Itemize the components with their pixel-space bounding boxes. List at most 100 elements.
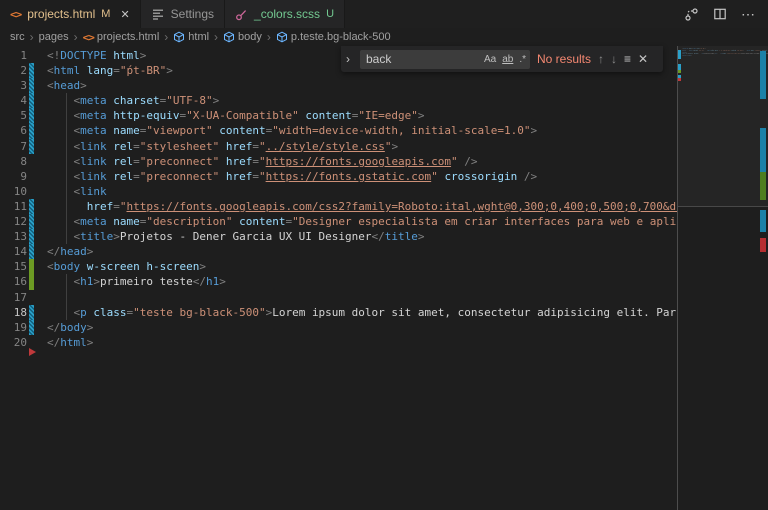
code-text: <link rel="preconnect" href="https://fon…: [73, 154, 478, 168]
breadcrumb: src › pages › <> projects.html › html › …: [0, 28, 768, 46]
settings-icon: [151, 7, 165, 21]
code-line: 8 <link rel="preconnect" href="https://f…: [0, 154, 677, 169]
line-number[interactable]: 19: [0, 320, 27, 335]
code-line: 3 <head>: [0, 78, 677, 94]
line-number[interactable]: 1: [0, 48, 27, 63]
code-line: 17: [0, 290, 677, 305]
minimap-content: <!DOCTYPE html><html lang="ṕt-BR"><head>…: [682, 48, 768, 56]
code-text: <h1>primeiro teste</h1>: [701, 52, 718, 55]
symbol-cube-icon: [174, 31, 185, 43]
deleted-lines-marker[interactable]: [29, 348, 36, 356]
line-number[interactable]: 17: [0, 290, 27, 305]
find-results-count: No results: [537, 52, 592, 66]
symbol-cube-icon: [224, 31, 235, 43]
code-text: <h1>primeiro teste</h1>: [73, 275, 226, 289]
code-text: <!DOCTYPE html>: [47, 49, 147, 62]
breadcrumb-html[interactable]: html: [173, 31, 209, 43]
code-text: <p class="teste bg-black-500">Lorem ipsu…: [73, 305, 678, 319]
match-case-icon[interactable]: Aa: [484, 54, 496, 65]
code-text: <html lang="ṕt-BR">: [47, 64, 173, 78]
tab-settings[interactable]: Settings: [140, 0, 226, 28]
code-line: 9 <link rel="preconnect" href="https://f…: [0, 169, 677, 184]
code-line: 10 <link: [0, 184, 677, 199]
line-number[interactable]: 20: [0, 335, 27, 350]
code-text: <body w-screen h-screen>: [47, 260, 206, 274]
ruler-modified-mark: [759, 51, 766, 99]
regex-icon[interactable]: .*: [519, 54, 526, 65]
line-number[interactable]: 5: [0, 108, 27, 123]
line-number[interactable]: 15: [0, 259, 27, 274]
breadcrumb-separator: ›: [73, 30, 78, 44]
code-text: <meta name="viewport" content="width=dev…: [73, 124, 538, 138]
code-text: <head>: [47, 79, 87, 93]
code-line: 14 </head>: [0, 244, 677, 260]
find-input[interactable]: [366, 52, 478, 66]
find-in-selection-icon[interactable]: ≡: [624, 52, 631, 66]
line-number[interactable]: 13: [0, 229, 27, 244]
ruler-deleted-mark: [759, 238, 766, 252]
line-number[interactable]: 12: [0, 214, 27, 229]
whole-word-icon[interactable]: ab: [502, 54, 513, 65]
toggle-replace-icon[interactable]: ›: [343, 52, 353, 66]
code-line: 15 <body w-screen h-screen>: [0, 259, 677, 275]
breadcrumb-p-element[interactable]: p.teste.bg-black-500: [276, 31, 391, 43]
line-number[interactable]: 18: [0, 305, 27, 320]
indent-guide: [66, 93, 67, 244]
code-text: <meta charset="UTF-8">: [73, 94, 220, 108]
breadcrumb-separator: ›: [29, 30, 34, 44]
overview-ruler[interactable]: [759, 46, 767, 510]
breadcrumb-src[interactable]: src: [10, 31, 25, 43]
breadcrumb-pages[interactable]: pages: [39, 31, 69, 43]
minimap[interactable]: <!DOCTYPE html><html lang="ṕt-BR"><head>…: [678, 46, 768, 510]
tab-bar: <> projects.html M ✕ Settings _colors.sc…: [0, 0, 768, 28]
minimap-modified-mark: [678, 49, 681, 60]
tab-projects-html[interactable]: <> projects.html M ✕: [0, 0, 141, 28]
code-text: <link rel="preconnect" href="https://fon…: [73, 169, 538, 183]
code-text: href="https://fonts.googleapis.com/css2?…: [86, 199, 677, 213]
open-changes-icon[interactable]: [684, 7, 699, 22]
ruler-modified-mark: [759, 128, 766, 172]
line-number[interactable]: 2: [0, 63, 27, 78]
code-line: 5 <meta http-equiv="X-UA-Compatible" con…: [0, 108, 677, 124]
line-number[interactable]: 16: [0, 274, 27, 289]
split-editor-icon[interactable]: [713, 7, 727, 21]
code-text: <title>Projetos - Dener Garcia UX UI Des…: [73, 230, 425, 244]
previous-match-icon[interactable]: ↑: [598, 52, 604, 66]
code-line: 20 </html>: [0, 335, 677, 350]
breadcrumb-separator: ›: [266, 30, 271, 44]
more-actions-icon[interactable]: ⋯: [741, 6, 756, 23]
line-number[interactable]: 8: [0, 154, 27, 169]
vscode-editor-window: <> projects.html M ✕ Settings _colors.sc…: [0, 0, 768, 510]
indent-guide: [66, 274, 67, 320]
tab-label: _colors.scss: [254, 7, 321, 21]
line-number[interactable]: 4: [0, 93, 27, 108]
line-number[interactable]: 9: [0, 169, 27, 184]
code-text: <meta http-equiv="X-UA-Compatible" conte…: [73, 109, 425, 123]
tab-label: projects.html: [27, 7, 96, 21]
line-number[interactable]: 3: [0, 78, 27, 93]
code-line: 4 <meta charset="UTF-8">: [0, 93, 677, 109]
code-text: </body>: [47, 320, 94, 334]
minimap-slider[interactable]: [678, 46, 768, 207]
line-number[interactable]: 14: [0, 244, 27, 259]
breadcrumb-body[interactable]: body: [223, 31, 262, 43]
html-file-icon: <>: [10, 7, 22, 21]
code-lines[interactable]: 1 <!DOCTYPE html> 2 <html lang="ṕt-BR"> 3 <he…: [0, 46, 677, 510]
code-text: </head>: [47, 245, 94, 259]
minimap-deleted-mark: [678, 78, 681, 81]
line-number[interactable]: 11: [0, 199, 27, 214]
tab-colors-scss[interactable]: _colors.scss U: [225, 0, 346, 28]
close-tab-icon[interactable]: ✕: [120, 8, 129, 21]
code-line: 12 <meta name="description" content="Des…: [0, 214, 677, 230]
close-find-icon[interactable]: ✕: [638, 52, 648, 66]
line-number[interactable]: 10: [0, 184, 27, 199]
code-text: <link: [73, 184, 107, 198]
code-editor[interactable]: 1 <!DOCTYPE html> 2 <html lang="ṕt-BR"> 3 <he…: [0, 46, 768, 510]
next-match-icon[interactable]: ↓: [611, 52, 617, 66]
symbol-cube-icon: [276, 31, 287, 43]
line-number[interactable]: 7: [0, 139, 27, 154]
tab-label: Settings: [170, 7, 215, 21]
breadcrumb-file[interactable]: <> projects.html: [83, 31, 160, 44]
line-number[interactable]: 6: [0, 123, 27, 138]
